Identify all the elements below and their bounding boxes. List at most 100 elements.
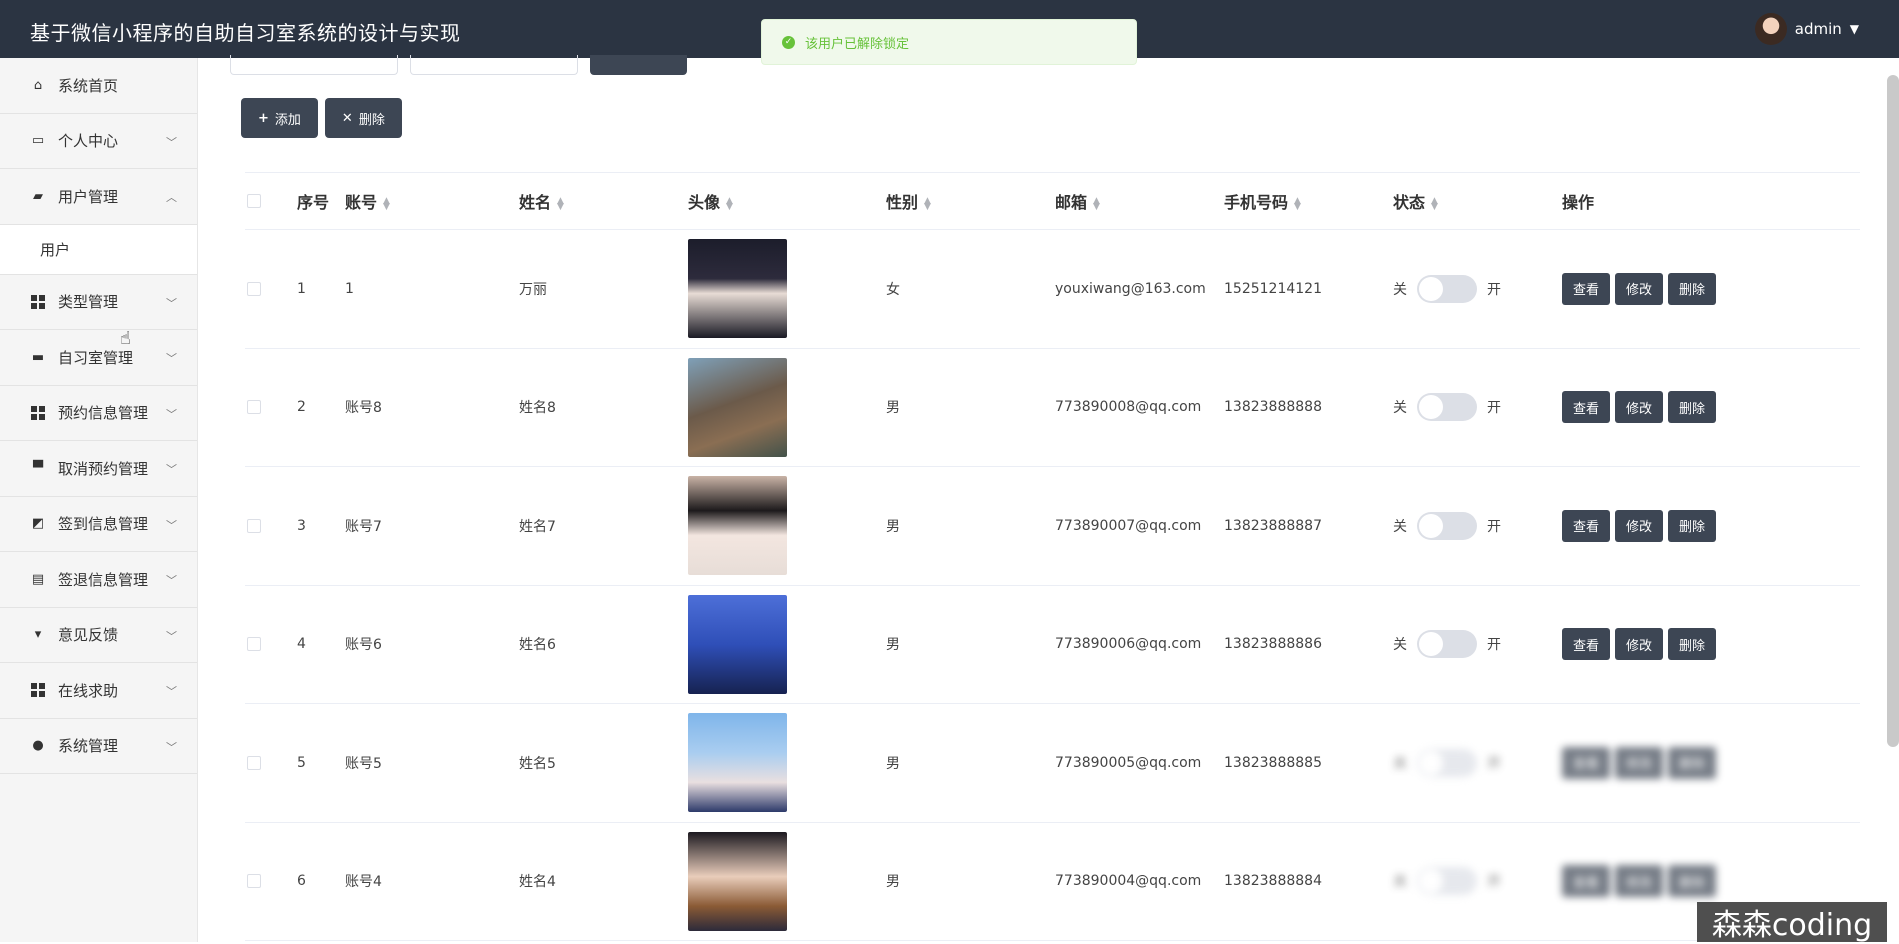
header-email[interactable]: 邮箱▲▼ (1055, 189, 1224, 213)
sidebar-item-profile[interactable]: ▭ 个人中心 ﹀ (0, 114, 197, 170)
user-avatar-image[interactable] (688, 358, 787, 457)
cell-name: 姓名7 (519, 516, 688, 536)
delete-button[interactable]: 删除 (1668, 865, 1716, 897)
sort-icon[interactable]: ▲▼ (1294, 198, 1301, 210)
header-name[interactable]: 姓名▲▼ (519, 189, 688, 213)
sort-icon[interactable]: ▲▼ (924, 198, 931, 210)
sidebar-item-checkin[interactable]: ◩ 签到信息管理 ﹀ (0, 497, 197, 553)
clipboard-icon: ▤ (30, 571, 46, 587)
view-button[interactable]: 查看 (1562, 510, 1610, 542)
search-bar (230, 55, 687, 75)
cell-email: 773890007@qq.com (1055, 518, 1224, 534)
sort-icon[interactable]: ▲▼ (1093, 198, 1100, 210)
row-checkbox[interactable] (247, 519, 261, 533)
cell-email: 773890004@qq.com (1055, 873, 1224, 889)
batch-delete-button[interactable]: ✕ 删除 (325, 98, 402, 138)
sidebar-item-help[interactable]: 在线求助 ﹀ (0, 663, 197, 719)
header-account[interactable]: 账号▲▼ (345, 189, 519, 213)
briefcase-icon: ▬ (30, 349, 46, 365)
app-title: 基于微信小程序的自助自习室系统的设计与实现 (30, 17, 461, 46)
delete-button[interactable]: 删除 (1668, 747, 1716, 779)
edit-button[interactable]: 修改 (1615, 747, 1663, 779)
select-all-checkbox[interactable] (247, 194, 261, 208)
check-circle-icon: ✓ (782, 36, 795, 49)
delete-button[interactable]: 删除 (1668, 510, 1716, 542)
switch-on-label: 开 (1487, 397, 1501, 417)
status-toggle[interactable] (1417, 275, 1477, 303)
sort-icon[interactable]: ▲▼ (383, 198, 390, 210)
cell-index: 2 (297, 399, 345, 415)
sidebar-item-label: 取消预约管理 (58, 458, 148, 479)
edit-button[interactable]: 修改 (1615, 510, 1663, 542)
status-toggle[interactable] (1417, 393, 1477, 421)
account-search-input[interactable] (230, 55, 398, 75)
view-button[interactable]: 查看 (1562, 865, 1610, 897)
sign-icon: ▾ (30, 627, 46, 643)
status-toggle[interactable] (1417, 512, 1477, 540)
row-checkbox[interactable] (247, 756, 261, 770)
users-icon: ▰ (30, 188, 46, 204)
user-menu[interactable]: admin ▼ (1755, 13, 1859, 45)
sidebar-item-home[interactable]: ⌂ 系统首页 (0, 58, 197, 114)
user-avatar-image[interactable] (688, 239, 787, 338)
lock-switch: 关开 (1393, 393, 1562, 421)
sidebar-item-system[interactable]: ● 系统管理 ﹀ (0, 719, 197, 775)
view-button[interactable]: 查看 (1562, 747, 1610, 779)
row-checkbox[interactable] (247, 400, 261, 414)
add-button[interactable]: + 添加 (241, 98, 318, 138)
edit-button[interactable]: 修改 (1615, 865, 1663, 897)
status-toggle[interactable] (1417, 749, 1477, 777)
sort-icon[interactable]: ▲▼ (1431, 198, 1438, 210)
edit-button[interactable]: 修改 (1615, 273, 1663, 305)
cell-name: 姓名4 (519, 871, 688, 891)
view-button[interactable]: 查看 (1562, 273, 1610, 305)
header-avatar[interactable]: 头像 ▲▼ (688, 189, 886, 213)
header-gender[interactable]: 性别▲▼ (886, 189, 1055, 213)
view-button[interactable]: 查看 (1562, 628, 1610, 660)
sidebar-item-reservation[interactable]: 预约信息管理 ﹀ (0, 386, 197, 442)
lock-switch: 关开 (1393, 512, 1562, 540)
chevron-down-icon: ﹀ (166, 517, 177, 533)
avatar[interactable] (1755, 13, 1787, 45)
user-avatar-image[interactable] (688, 713, 787, 812)
lock-switch: 关开 (1393, 867, 1562, 895)
row-checkbox[interactable] (247, 637, 261, 651)
plus-icon: + (258, 111, 269, 126)
sidebar-item-feedback[interactable]: ▾ 意见反馈 ﹀ (0, 608, 197, 664)
sidebar-item-checkout[interactable]: ▤ 签退信息管理 ﹀ (0, 552, 197, 608)
username[interactable]: admin (1795, 20, 1842, 38)
row-checkbox[interactable] (247, 282, 261, 296)
header-avatar-label: 头像 (688, 193, 720, 212)
sidebar-subitem-user[interactable]: 用户 (0, 225, 197, 275)
cell-name: 姓名8 (519, 397, 688, 417)
delete-button[interactable]: 删除 (1668, 273, 1716, 305)
cell-email: 773890008@qq.com (1055, 399, 1224, 415)
user-avatar-image[interactable] (688, 832, 787, 931)
header-phone[interactable]: 手机号码▲▼ (1224, 189, 1393, 213)
sidebar-item-cancel[interactable]: ▀ 取消预约管理 ﹀ (0, 441, 197, 497)
name-search-input[interactable] (410, 55, 578, 75)
vertical-scrollbar[interactable] (1887, 75, 1899, 747)
sort-icon[interactable]: ▲▼ (557, 198, 564, 210)
edit-button[interactable]: 修改 (1615, 391, 1663, 423)
delete-button[interactable]: 删除 (1668, 391, 1716, 423)
status-toggle[interactable] (1417, 867, 1477, 895)
header-status[interactable]: 状态▲▼ (1393, 189, 1562, 213)
user-avatar-image[interactable] (688, 595, 787, 694)
chevron-down-icon: ﹀ (166, 628, 177, 644)
cell-phone: 13823888887 (1224, 518, 1393, 534)
user-avatar-image[interactable] (688, 476, 787, 575)
edit-button[interactable]: 修改 (1615, 628, 1663, 660)
sidebar-item-users[interactable]: ▰ 用户管理 ︿ (0, 169, 197, 225)
toolbar: + 添加 ✕ 删除 (241, 98, 402, 138)
delete-button[interactable]: 删除 (1668, 628, 1716, 660)
sort-icon[interactable]: ▲▼ (726, 198, 733, 210)
sidebar-item-types[interactable]: 类型管理 ﹀ (0, 275, 197, 331)
sidebar-item-studyroom[interactable]: ▬ 自习室管理 ﹀ (0, 330, 197, 386)
view-button[interactable]: 查看 (1562, 391, 1610, 423)
search-button[interactable] (590, 55, 687, 75)
sidebar-subitem-label: 用户 (40, 239, 70, 260)
status-toggle[interactable] (1417, 630, 1477, 658)
caret-down-icon[interactable]: ▼ (1850, 22, 1859, 36)
row-checkbox[interactable] (247, 874, 261, 888)
